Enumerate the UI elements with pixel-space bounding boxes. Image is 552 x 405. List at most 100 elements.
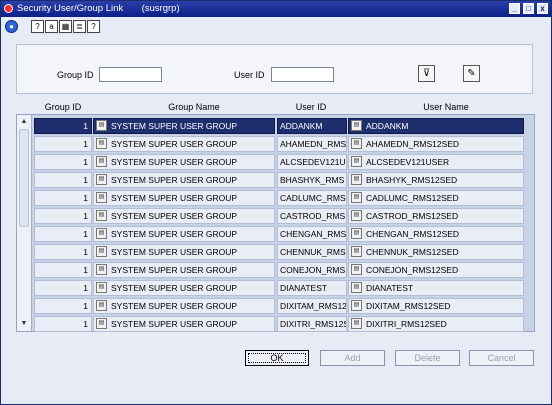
group-id-cell[interactable]: 1 bbox=[34, 298, 92, 314]
list-of-values-icon[interactable]: ▤ bbox=[96, 228, 107, 239]
list-of-values-icon[interactable]: ▤ bbox=[96, 174, 107, 185]
help-icon[interactable]: ? bbox=[31, 20, 44, 33]
group-name-cell[interactable]: SYSTEM SUPER USER GROUP bbox=[93, 208, 275, 224]
user-id-cell[interactable]: CHENGAN_RMS bbox=[277, 226, 347, 242]
user-id-cell[interactable]: BHASHYK_RMS bbox=[277, 172, 347, 188]
scroll-thumb[interactable] bbox=[19, 129, 29, 227]
group-id-cell[interactable]: 1 bbox=[34, 262, 92, 278]
group-name-cell[interactable]: SYSTEM SUPER USER GROUP bbox=[93, 226, 275, 242]
list-of-values-icon[interactable]: ▤ bbox=[351, 318, 362, 329]
close-button[interactable]: x bbox=[537, 3, 548, 14]
table-row[interactable]: 1 SYSTEM SUPER USER GROUP ▤ CHENGAN_RMS CHEN… bbox=[34, 225, 534, 243]
user-id-cell[interactable]: ALCSEDEV121U bbox=[277, 154, 347, 170]
user-name-cell[interactable]: CADLUMC_RMS12SED bbox=[348, 190, 524, 206]
table-row[interactable]: 1 SYSTEM SUPER USER GROUP ▤ AHAMEDN_RMS AHAM… bbox=[34, 135, 534, 153]
list-of-values-icon[interactable]: ▤ bbox=[351, 192, 362, 203]
user-name-cell[interactable]: AHAMEDN_RMS12SED bbox=[348, 136, 524, 152]
table-row[interactable]: 1 SYSTEM SUPER USER GROUP ▤ CONEJON_RMS1 CON… bbox=[34, 261, 534, 279]
list-of-values-icon[interactable]: ▤ bbox=[351, 174, 362, 185]
table-row[interactable]: 1 SYSTEM SUPER USER GROUP ▤ CADLUMC_RMS CADL… bbox=[34, 189, 534, 207]
table-row[interactable]: 1 SYSTEM SUPER USER GROUP ▤ DIXITRI_RMS12S D… bbox=[34, 315, 534, 333]
scroll-up-arrow-icon[interactable]: ▲ bbox=[18, 117, 30, 127]
user-name-cell[interactable]: CHENGAN_RMS12SED bbox=[348, 226, 524, 242]
scroll-down-arrow-icon[interactable]: ▼ bbox=[18, 319, 30, 329]
group-name-cell[interactable]: SYSTEM SUPER USER GROUP bbox=[93, 280, 275, 296]
minimize-button[interactable]: _ bbox=[509, 3, 520, 14]
user-name-cell[interactable]: CASTROD_RMS12SED bbox=[348, 208, 524, 224]
user-id-cell[interactable]: DIANATEST bbox=[277, 280, 347, 296]
group-name-cell[interactable]: SYSTEM SUPER USER GROUP bbox=[93, 136, 275, 152]
user-id-cell[interactable]: CADLUMC_RMS bbox=[277, 190, 347, 206]
vertical-scrollbar[interactable]: ▲ ▼ bbox=[17, 115, 32, 331]
group-id-cell[interactable]: 1 bbox=[34, 190, 92, 206]
calendar-icon[interactable]: ▦ bbox=[59, 20, 72, 33]
user-id-cell[interactable]: CHENNUK_RMS1 bbox=[277, 244, 347, 260]
add-button[interactable]: Add bbox=[320, 350, 385, 366]
group-id-cell[interactable]: 1 bbox=[34, 172, 92, 188]
user-name-cell[interactable]: ADDANKM bbox=[348, 118, 524, 134]
group-name-cell[interactable]: SYSTEM SUPER USER GROUP bbox=[93, 244, 275, 260]
list-of-values-icon[interactable]: ▤ bbox=[96, 192, 107, 203]
table-row[interactable]: 1 SYSTEM SUPER USER GROUP ▤ DIXITAM_RMS12 DI… bbox=[34, 297, 534, 315]
user-name-cell[interactable]: DIXITRI_RMS12SED bbox=[348, 316, 524, 332]
group-id-cell[interactable]: 1 bbox=[34, 316, 92, 332]
group-name-cell[interactable]: SYSTEM SUPER USER GROUP bbox=[93, 262, 275, 278]
list-of-values-icon[interactable]: ▤ bbox=[96, 246, 107, 257]
user-id-cell[interactable]: DIXITAM_RMS12 bbox=[277, 298, 347, 314]
notes-icon[interactable]: ≣ bbox=[73, 20, 86, 33]
list-of-values-icon[interactable]: ▤ bbox=[96, 156, 107, 167]
list-of-values-icon[interactable]: ▤ bbox=[351, 228, 362, 239]
list-of-values-icon[interactable]: ▤ bbox=[96, 318, 107, 329]
list-of-values-icon[interactable]: ▤ bbox=[351, 138, 362, 149]
user-id-cell[interactable]: CONEJON_RMS1 bbox=[277, 262, 347, 278]
user-id-cell[interactable]: CASTROD_RMS bbox=[277, 208, 347, 224]
list-of-values-icon[interactable]: ▤ bbox=[351, 246, 362, 257]
list-of-values-icon[interactable]: ▤ bbox=[351, 264, 362, 275]
user-name-cell[interactable]: CONEJON_RMS12SED bbox=[348, 262, 524, 278]
group-id-cell[interactable]: 1 bbox=[34, 136, 92, 152]
table-row[interactable]: 1 SYSTEM SUPER USER GROUP ▤ ADDANKM ADDANKM ▤ bbox=[34, 117, 534, 135]
question-icon[interactable]: ? bbox=[87, 20, 100, 33]
group-name-cell[interactable]: SYSTEM SUPER USER GROUP bbox=[93, 298, 275, 314]
list-of-values-icon[interactable]: ▤ bbox=[96, 138, 107, 149]
list-of-values-icon[interactable]: ▤ bbox=[96, 210, 107, 221]
list-of-values-icon[interactable]: ▤ bbox=[351, 282, 362, 293]
list-of-values-icon[interactable]: ▤ bbox=[351, 156, 362, 167]
globe-icon[interactable]: ● bbox=[5, 20, 18, 33]
group-id-cell[interactable]: 1 bbox=[34, 280, 92, 296]
ok-button[interactable]: OK bbox=[245, 350, 309, 366]
list-of-values-icon[interactable]: ▤ bbox=[96, 300, 107, 311]
list-of-values-icon[interactable]: ▤ bbox=[351, 210, 362, 221]
group-id-cell[interactable]: 1 bbox=[34, 244, 92, 260]
list-of-values-icon[interactable]: ▤ bbox=[351, 120, 362, 131]
group-name-cell[interactable]: SYSTEM SUPER USER GROUP bbox=[93, 190, 275, 206]
user-id-cell[interactable]: ADDANKM bbox=[277, 118, 347, 134]
spellcheck-icon[interactable]: a bbox=[45, 20, 58, 33]
user-name-cell[interactable]: DIANATEST bbox=[348, 280, 524, 296]
group-name-cell[interactable]: SYSTEM SUPER USER GROUP bbox=[93, 172, 275, 188]
filter-icon[interactable]: ⊽ bbox=[418, 65, 435, 82]
cancel-button[interactable]: Cancel bbox=[469, 350, 534, 366]
group-id-cell[interactable]: 1 bbox=[34, 226, 92, 242]
list-of-values-icon[interactable]: ▤ bbox=[96, 282, 107, 293]
user-name-cell[interactable]: BHASHYK_RMS12SED bbox=[348, 172, 524, 188]
group-id-cell[interactable]: 1 bbox=[34, 118, 92, 134]
table-row[interactable]: 1 SYSTEM SUPER USER GROUP ▤ CASTROD_RMS CAST… bbox=[34, 207, 534, 225]
list-of-values-icon[interactable]: ▤ bbox=[96, 264, 107, 275]
user-id-filter-input[interactable] bbox=[271, 67, 334, 82]
table-row[interactable]: 1 SYSTEM SUPER USER GROUP ▤ BHASHYK_RMS BHAS… bbox=[34, 171, 534, 189]
table-row[interactable]: 1 SYSTEM SUPER USER GROUP ▤ ALCSEDEV121U ALC… bbox=[34, 153, 534, 171]
table-row[interactable]: 1 SYSTEM SUPER USER GROUP ▤ CHENNUK_RMS1 CHE… bbox=[34, 243, 534, 261]
user-id-cell[interactable]: DIXITRI_RMS12S bbox=[277, 316, 347, 332]
group-id-cell[interactable]: 1 bbox=[34, 208, 92, 224]
list-of-values-icon[interactable]: ▤ bbox=[96, 120, 107, 131]
group-name-cell[interactable]: SYSTEM SUPER USER GROUP bbox=[93, 154, 275, 170]
group-name-cell[interactable]: SYSTEM SUPER USER GROUP bbox=[93, 118, 275, 134]
user-name-cell[interactable]: DIXITAM_RMS12SED bbox=[348, 298, 524, 314]
restore-button[interactable]: □ bbox=[523, 3, 534, 14]
table-row[interactable]: 1 SYSTEM SUPER USER GROUP ▤ DIANATEST DIANAT… bbox=[34, 279, 534, 297]
group-name-cell[interactable]: SYSTEM SUPER USER GROUP bbox=[93, 316, 275, 332]
user-name-cell[interactable]: CHENNUK_RMS12SED bbox=[348, 244, 524, 260]
delete-button[interactable]: Delete bbox=[395, 350, 460, 366]
group-id-filter-input[interactable] bbox=[99, 67, 162, 82]
